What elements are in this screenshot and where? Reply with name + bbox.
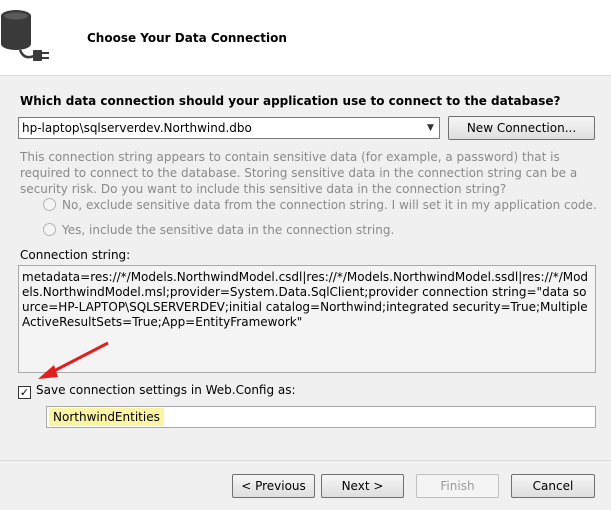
save-settings-label: Save connection settings in Web.Config a…: [36, 383, 296, 397]
previous-button[interactable]: < Previous: [232, 474, 315, 498]
radio-label: Yes, include the sensitive data in the c…: [62, 223, 395, 237]
next-button[interactable]: Next >: [321, 474, 404, 498]
radio-label: No, exclude sensitive data from the conn…: [62, 198, 597, 212]
sensitive-data-notice: This connection string appears to contai…: [20, 150, 578, 196]
data-connection-select[interactable]: hp-laptop\sqlserverdev.Northwind.dbo ▼: [18, 117, 440, 139]
cancel-button[interactable]: Cancel: [511, 474, 595, 498]
save-settings-row[interactable]: ✓ Save connection settings in Web.Config …: [18, 383, 296, 399]
new-connection-button[interactable]: New Connection...: [448, 116, 595, 140]
entities-name-input[interactable]: NorthwindEntities: [46, 406, 596, 428]
save-settings-checkbox[interactable]: ✓: [18, 386, 31, 399]
page-title: Choose Your Data Connection: [87, 31, 287, 45]
radio-exclude-sensitive[interactable]: No, exclude sensitive data from the conn…: [43, 198, 597, 212]
wizard-header: Choose Your Data Connection: [0, 0, 611, 76]
finish-button[interactable]: Finish: [416, 474, 499, 498]
annotation-arrow-icon: [38, 341, 109, 379]
database-plug-icon: [1, 10, 49, 61]
chevron-down-icon[interactable]: ▼: [422, 118, 439, 138]
data-connection-value: hp-laptop\sqlserverdev.Northwind.dbo: [22, 121, 252, 135]
entities-name-value: NorthwindEntities: [49, 408, 164, 426]
connection-question: Which data connection should your applic…: [20, 94, 561, 108]
radio-button[interactable]: [43, 223, 56, 236]
connection-string-label: Connection string:: [20, 248, 131, 262]
radio-include-sensitive[interactable]: Yes, include the sensitive data in the c…: [43, 223, 394, 237]
footer-divider: [0, 460, 611, 461]
radio-button[interactable]: [43, 198, 56, 211]
